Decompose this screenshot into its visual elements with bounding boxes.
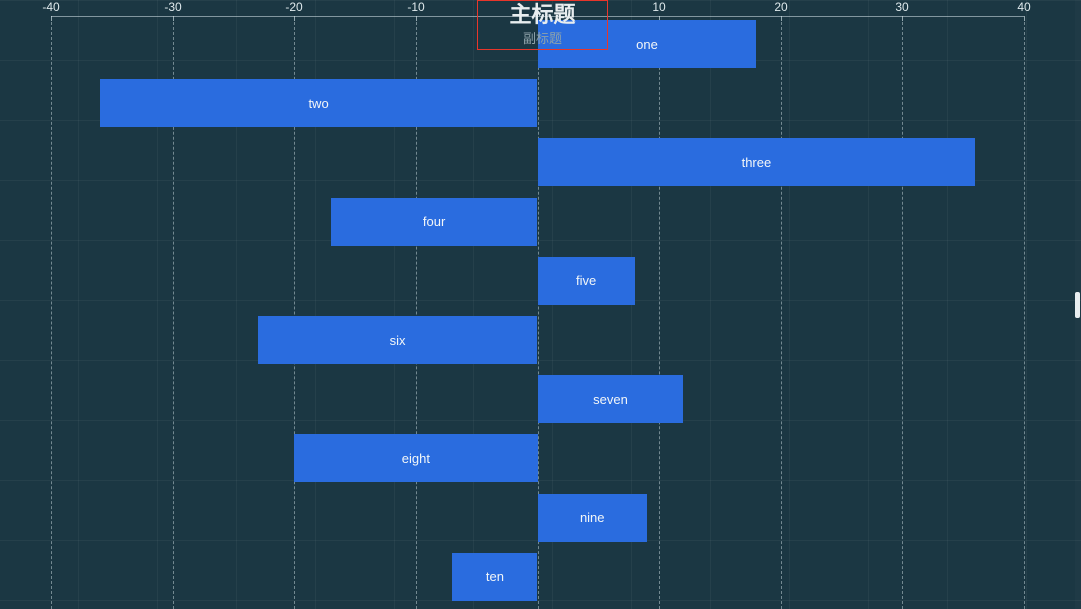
x-axis-tick-label: 40 [1017,0,1031,14]
bar-label: seven [593,391,628,407]
bar-label: four [422,214,446,230]
chart-subtitle: 副标题 [522,31,562,46]
vertical-scrollbar-thumb[interactable] [1075,292,1080,318]
bar-label: one [636,36,658,52]
x-axis-tick [781,16,782,21]
bar-three[interactable]: three [537,138,976,187]
x-axis-tick-label: 30 [895,0,909,14]
x-axis-tick [902,16,903,21]
bar-eight[interactable]: eight [294,434,538,483]
bar-label: two [308,95,329,111]
bar-five[interactable]: five [537,256,635,305]
x-axis-tick-label: -10 [407,0,425,14]
vertical-scrollbar-track[interactable] [1075,0,1081,609]
x-axis-gridline [902,22,903,609]
bar-label: ten [485,569,504,585]
x-axis-tick-label: -40 [42,0,60,14]
bar-ten[interactable]: ten [452,552,538,601]
chart-canvas: -40 -30 -20 -10 10 20 30 40 one two three four five s… [0,0,1081,609]
bar-label: five [576,273,597,289]
x-axis-tick-label: -30 [164,0,182,14]
bar-two[interactable]: two [99,79,538,128]
bar-label: three [741,154,772,170]
x-axis-gridline [781,22,782,609]
bar-label: nine [579,510,605,526]
bar-four[interactable]: four [330,197,538,246]
bar-nine[interactable]: nine [537,493,647,542]
x-axis-tick [294,16,295,21]
x-axis-tick [173,16,174,21]
bar-six[interactable]: six [257,316,538,364]
bar-label: eight [401,450,430,466]
bar-seven[interactable]: seven [537,375,684,424]
x-axis-tick-label: 20 [774,0,788,14]
plot-area: -40 -30 -20 -10 10 20 30 40 one two three four five s… [0,0,1081,609]
chart-title-block[interactable]: 主标题 副标题 [477,0,608,50]
x-axis-tick-label: -20 [285,0,303,14]
bar-label: six [389,332,406,348]
x-axis-tick [1024,16,1025,21]
x-axis-tick [51,16,52,21]
x-axis-gridline [1024,22,1025,609]
x-axis-gridline [659,22,660,609]
x-axis-tick-label: 10 [652,0,666,14]
x-axis-tick [416,16,417,21]
x-axis-gridline [51,22,52,609]
page-title: 主标题 [509,2,576,27]
